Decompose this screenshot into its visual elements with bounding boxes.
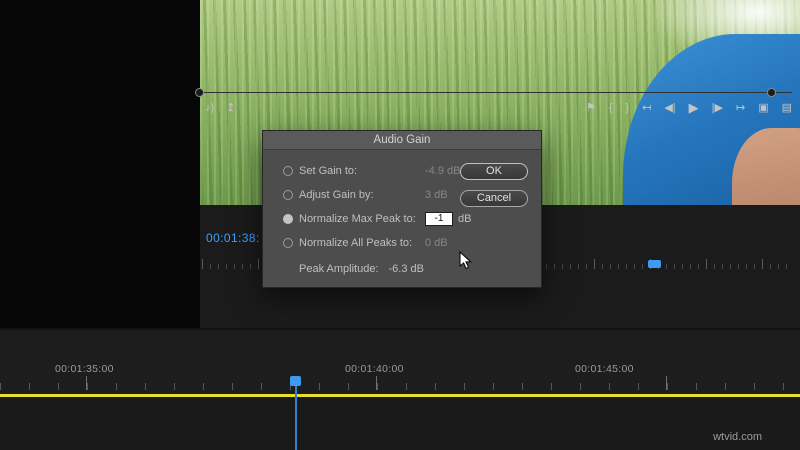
zoom-handle-right[interactable] (767, 88, 776, 97)
option-value: 0 dB (425, 236, 448, 249)
zoom-handle-left[interactable] (195, 88, 204, 97)
option-label: Adjust Gain by: (299, 188, 374, 201)
timeline-timecode-label: 00:01:45:00 (575, 363, 634, 375)
option-adjust-gain-by: Adjust Gain by: 3 dB (283, 187, 448, 202)
export-frame-icon[interactable]: ↥ (226, 98, 235, 118)
option-label: Normalize All Peaks to: (299, 236, 413, 249)
timeline-timecode-label: 00:01:40:00 (345, 363, 404, 375)
timeline-playhead-line[interactable] (295, 376, 297, 450)
option-label: Normalize Max Peak to: (299, 212, 416, 225)
dialog-title[interactable]: Audio Gain (263, 131, 541, 150)
option-value: -4.9 dB (425, 164, 461, 177)
option-normalize-max-peak: Normalize Max Peak to: dB (283, 211, 471, 226)
watermark: wtvid.com (713, 431, 762, 443)
monitor-playhead[interactable] (648, 260, 661, 268)
timeline-ruler[interactable] (0, 376, 800, 390)
zoom-scrollbar[interactable] (200, 92, 792, 93)
mark-in-icon[interactable]: { (609, 98, 613, 118)
mouse-cursor (459, 251, 472, 270)
gain-value-input[interactable] (425, 211, 453, 226)
monitor-timecode: 00:01:38: (206, 231, 260, 245)
transport-controls: ♪) ↥ ⚑ { } ↤ ◀| ▶ |▶ ↦ ▣ ▤ (200, 98, 800, 120)
radio-normalize-max-peak[interactable] (283, 213, 293, 224)
extract-icon[interactable]: ▤ (782, 98, 792, 118)
audio-meters-icon[interactable]: ♪) (205, 98, 214, 118)
peak-amplitude-row: Peak Amplitude: -6.3 dB (299, 261, 424, 276)
timeline-tracks[interactable] (0, 398, 800, 450)
step-back-icon[interactable]: ◀| (664, 98, 675, 118)
peak-amplitude-value: -6.3 dB (388, 262, 424, 275)
timeline-panel: 00:01:35:00 00:01:40:00 00:01:45:00 wtvi… (0, 330, 800, 450)
peak-amplitude-label: Peak Amplitude: (299, 262, 379, 275)
premiere-app: 00:01:38: ♪) ↥ ⚑ { } ↤ ◀| ▶ |▶ ↦ ▣ ▤ 00:… (0, 0, 800, 450)
monitor-left-buttons: ♪) ↥ (205, 98, 235, 118)
play-icon[interactable]: ▶ (689, 98, 699, 118)
go-to-out-icon[interactable]: ↦ (736, 98, 745, 118)
step-forward-icon[interactable]: |▶ (712, 98, 723, 118)
add-marker-icon[interactable]: ⚑ (586, 98, 596, 118)
option-set-gain-to: Set Gain to: -4.9 dB (283, 163, 460, 178)
option-normalize-all-peaks: Normalize All Peaks to: 0 dB (283, 235, 448, 250)
mark-out-icon[interactable]: } (625, 98, 629, 118)
lift-icon[interactable]: ▣ (758, 98, 768, 118)
work-area-bar (0, 394, 800, 397)
radio-set-gain-to[interactable] (283, 165, 293, 176)
radio-adjust-gain-by[interactable] (283, 189, 293, 200)
radio-normalize-all-peaks[interactable] (283, 237, 293, 248)
option-value: 3 dB (425, 188, 448, 201)
audio-gain-dialog: Audio Gain Set Gain to: -4.9 dB Adjust G… (262, 130, 542, 288)
monitor-transport-buttons: ⚑ { } ↤ ◀| ▶ |▶ ↦ ▣ ▤ (586, 98, 792, 118)
ok-button[interactable]: OK (460, 163, 528, 180)
unit-label: dB (458, 212, 472, 225)
timeline-playhead[interactable] (290, 376, 301, 386)
timeline-timecode-label: 00:01:35:00 (55, 363, 114, 375)
go-to-in-icon[interactable]: ↤ (642, 98, 651, 118)
cancel-button[interactable]: Cancel (460, 190, 528, 207)
option-label: Set Gain to: (299, 164, 358, 177)
project-panel (0, 0, 200, 328)
